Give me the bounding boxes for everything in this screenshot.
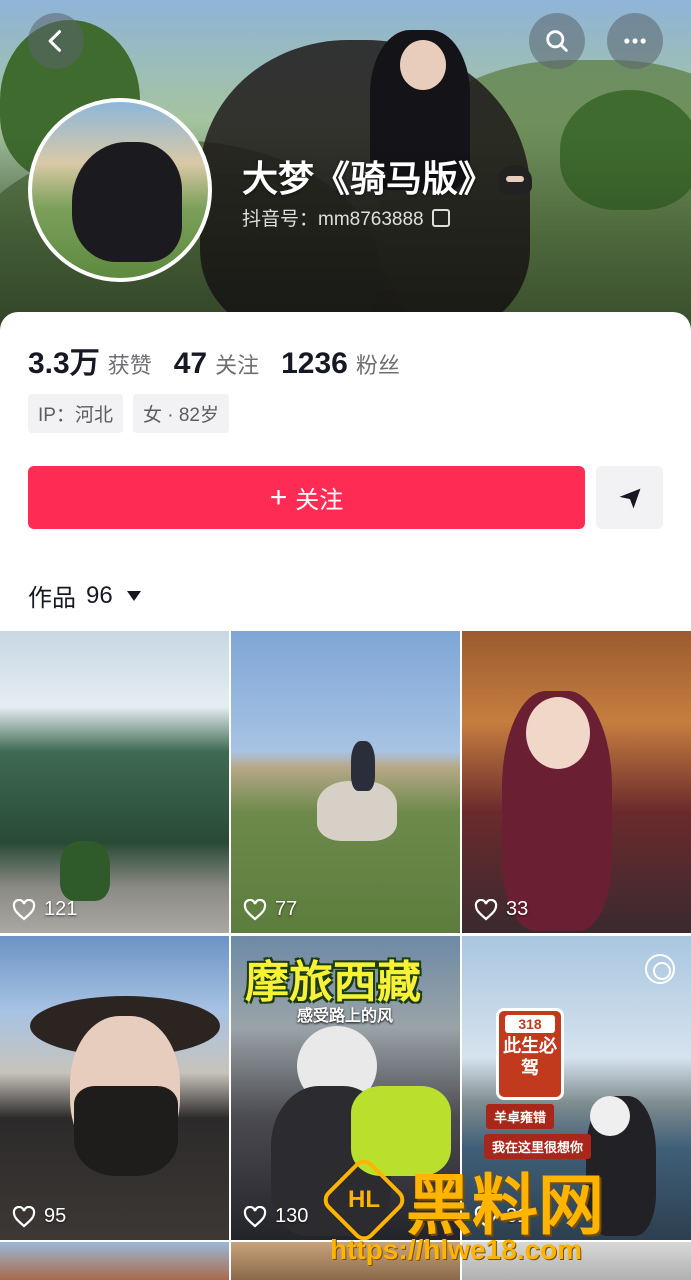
profile-name-text: 大梦《骑马版》: [242, 158, 495, 199]
followers-label[interactable]: 粉丝: [356, 348, 400, 380]
heart-icon: [12, 1205, 36, 1227]
follow-button[interactable]: + 关注: [28, 466, 585, 529]
caret-down-icon: [126, 590, 141, 601]
like-count-text: 121: [44, 898, 78, 920]
following-count[interactable]: 47: [174, 347, 207, 381]
avatar[interactable]: [28, 98, 212, 282]
heart-icon: [243, 898, 267, 920]
tile-helmet: [590, 1096, 630, 1136]
chevron-left-icon: [48, 30, 62, 52]
video-tile[interactable]: [0, 1242, 229, 1280]
profile-card: 3.3万 获赞 47 关注 1236 粉丝 IP：河北 女 · 82岁 + 关注…: [0, 312, 691, 632]
follow-label: 关注: [295, 487, 344, 514]
tags-row: IP：河北 女 · 82岁: [28, 394, 229, 433]
more-button[interactable]: [607, 13, 663, 69]
heart-icon: [243, 1205, 267, 1227]
tile-tree: [60, 841, 110, 901]
gender-age-tag: 女 · 82岁: [132, 394, 229, 433]
works-label: 作品: [28, 585, 76, 612]
likes-label: 获赞: [107, 353, 152, 378]
like-count: 95: [12, 1205, 66, 1228]
following-label[interactable]: 关注: [215, 348, 259, 380]
like-count: 130: [243, 1205, 308, 1228]
stats-row: 3.3万 获赞 47 关注 1236 粉丝: [28, 338, 422, 382]
like-count-text: 33: [506, 898, 529, 920]
send-icon: [619, 488, 640, 508]
video-overlay-subtitle: 感受路上的风: [297, 1008, 394, 1025]
route-sign-text: 此生必驾: [503, 1036, 557, 1078]
video-tile[interactable]: 121: [0, 631, 229, 933]
search-button[interactable]: [529, 13, 585, 69]
watermark-url: https://hlwe18.com: [330, 1234, 583, 1265]
tile-singer-face: [526, 697, 590, 769]
like-count-text: 130: [275, 1205, 309, 1227]
profile-handle: 抖音号：mm8763888: [242, 204, 450, 231]
ninja-emoji-icon: [498, 165, 533, 195]
like-count-text: 77: [275, 898, 298, 920]
copy-icon[interactable]: [431, 208, 450, 227]
profile-name: 大梦《骑马版》: [242, 150, 533, 202]
watermark-logo: HL: [318, 1154, 410, 1246]
tile-mask: [74, 1086, 178, 1176]
heart-icon: [474, 898, 498, 920]
search-icon: [546, 30, 568, 52]
tile-rider: [351, 741, 375, 791]
plus-icon: +: [269, 480, 288, 514]
route-sign-number: 318: [505, 1015, 555, 1033]
message-button[interactable]: [596, 466, 663, 529]
like-count: 121: [12, 898, 77, 921]
route-sign: 318 此生必驾: [496, 1008, 564, 1100]
video-tile[interactable]: 95: [0, 936, 229, 1240]
handle-text: 抖音号：mm8763888: [242, 209, 424, 230]
like-count: 77: [243, 898, 297, 921]
lake-banner: 羊卓雍错: [486, 1104, 555, 1129]
followers-count[interactable]: 1236: [281, 347, 348, 381]
avatar-horse: [72, 142, 182, 262]
works-count: 96: [86, 581, 113, 609]
video-tile[interactable]: 33: [462, 631, 691, 933]
video-tile[interactable]: 77: [231, 631, 460, 933]
live-photo-icon: [645, 954, 675, 984]
watermark-logo-text: HL: [348, 1186, 380, 1213]
heart-icon: [12, 898, 36, 920]
like-count-text: 95: [44, 1205, 67, 1227]
works-tab[interactable]: 作品 96: [28, 578, 141, 613]
more-dots-icon: [624, 38, 646, 44]
back-button[interactable]: [28, 13, 84, 69]
video-overlay-title: 摩旅西藏: [245, 958, 421, 1007]
like-count: 33: [474, 898, 528, 921]
likes-count: 3.3万: [28, 347, 100, 380]
ip-tag: IP：河北: [28, 394, 123, 433]
